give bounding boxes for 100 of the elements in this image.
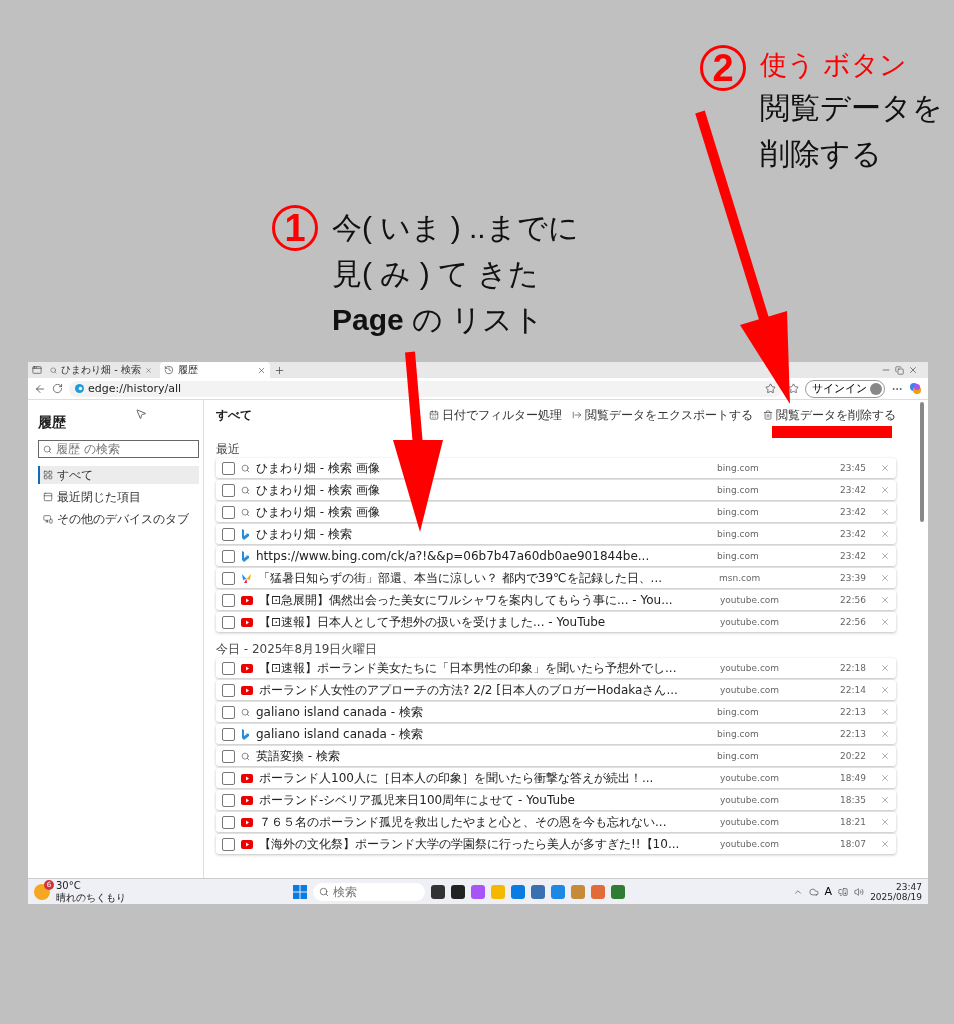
remove-icon[interactable] xyxy=(880,507,890,517)
address-bar[interactable]: edge://history/all xyxy=(69,380,782,397)
trash-icon xyxy=(763,410,773,420)
back-icon[interactable] xyxy=(34,382,46,395)
domain-text: msn.com xyxy=(719,573,762,583)
visit-time: 23:45 xyxy=(840,463,867,473)
remove-icon[interactable] xyxy=(880,663,890,673)
toolbar-action[interactable]: 閲覧データを削除する xyxy=(753,406,896,424)
checkbox[interactable] xyxy=(222,549,235,563)
history-row[interactable]: 【海外の文化祭】ポーランド大学の学園祭に行ったら美人が多すぎた!!【10... youtube.com 18:07 xyxy=(216,834,896,854)
remove-icon[interactable] xyxy=(880,485,890,495)
history-row[interactable]: https://www.bing.com/ck/a?!&&p=06b7b47a60db0ae901844be... bing.com 23:42 xyxy=(216,546,896,566)
remove-icon[interactable] xyxy=(880,839,890,849)
close-icon[interactable] xyxy=(257,365,266,375)
page-title-text: galiano island canada - 検索 xyxy=(256,703,424,721)
domain-text: bing.com xyxy=(717,529,760,539)
app-icon[interactable] xyxy=(451,884,466,899)
close-icon[interactable] xyxy=(908,365,918,375)
checkbox[interactable] xyxy=(222,771,235,785)
ime-indicator[interactable]: A xyxy=(824,885,833,898)
checkbox[interactable] xyxy=(222,615,235,629)
checkbox[interactable] xyxy=(222,661,235,675)
checkbox[interactable] xyxy=(222,505,235,519)
history-row[interactable]: 「猛暑日知らずの街」部還、本当に涼しい？ 都内で39℃を記録した日、... msn.com 23:39 xyxy=(216,568,896,588)
remove-icon[interactable] xyxy=(880,617,890,627)
refresh-icon[interactable] xyxy=(52,383,63,394)
close-icon[interactable] xyxy=(145,365,152,375)
checkbox[interactable] xyxy=(222,527,235,541)
sidebar-item[interactable]: その他のデバイスのタブ xyxy=(38,510,199,528)
checkbox[interactable] xyxy=(222,593,235,607)
remove-icon[interactable] xyxy=(880,817,890,827)
checkbox[interactable] xyxy=(222,749,235,763)
network-icon[interactable] xyxy=(838,886,849,897)
remove-icon[interactable] xyxy=(880,551,890,561)
toolbar-action[interactable]: 閲覧データをエクスポートする xyxy=(562,406,753,424)
volume-icon[interactable] xyxy=(854,886,865,897)
devices-icon xyxy=(43,514,53,524)
toolbar-action[interactable]: 日付でフィルター処理 xyxy=(419,406,562,424)
remove-icon[interactable] xyxy=(880,573,890,583)
history-row[interactable]: ポーランド人100人に［日本人の印象］を聞いたら衝撃な答えが続出！... youtube.com 18:49 xyxy=(216,768,896,788)
history-row[interactable]: galiano island canada - 検索 bing.com 22:13 xyxy=(216,724,896,744)
history-row[interactable]: galiano island canada - 検索 bing.com 22:13 xyxy=(216,702,896,722)
domain-text: bing.com xyxy=(717,729,760,739)
history-row[interactable]: ひまわり畑 - 検索 画像 bing.com 23:42 xyxy=(216,502,896,522)
checkbox[interactable] xyxy=(222,837,235,851)
checkbox[interactable] xyxy=(222,483,235,497)
checkbox[interactable] xyxy=(222,727,235,741)
taskbar-search-box[interactable]: 検索 xyxy=(313,882,426,901)
weather-text: 晴れのちくもり xyxy=(56,891,126,904)
scrollbar[interactable] xyxy=(920,402,924,522)
remove-icon[interactable] xyxy=(880,729,890,739)
checkbox[interactable] xyxy=(222,793,235,807)
copilot-icon[interactable] xyxy=(909,382,922,395)
history-row[interactable]: ひまわり畑 - 検索 画像 bing.com 23:45 xyxy=(216,458,896,478)
history-row[interactable]: ひまわり畑 - 検索 画像 bing.com 23:42 xyxy=(216,480,896,500)
section-heading: 今日 - 2025年8月19日火曜日 xyxy=(216,640,379,658)
domain-text: bing.com xyxy=(717,707,760,717)
new-tab-icon[interactable] xyxy=(274,364,285,376)
cloud-icon[interactable] xyxy=(808,886,819,897)
history-row[interactable]: 【⊡速報】日本人として予想外の扱いを受けました... - YouTube youtube.com 22:56 xyxy=(216,612,896,632)
remove-icon[interactable] xyxy=(880,773,890,783)
history-row[interactable]: ポーランド人女性のアプローチの方法? 2/2 [日本人のブロガーHodakaさん... youtube.com 22:14 xyxy=(216,680,896,700)
checkbox[interactable] xyxy=(222,815,235,829)
checkbox[interactable] xyxy=(222,683,235,697)
youtube-icon xyxy=(241,817,253,827)
history-row[interactable]: ポーランド-シベリア孤児来日100周年によせて - YouTube youtube.com 18:35 xyxy=(216,790,896,810)
sidebar-item[interactable]: 最近閉じた項目 xyxy=(38,488,199,506)
checkbox[interactable] xyxy=(222,705,235,719)
history-row[interactable]: 英語変換 - 検索 bing.com 20:22 xyxy=(216,746,896,766)
search-box[interactable]: 履歴 の検索 xyxy=(38,440,199,458)
history-row[interactable]: ７６５名のポーランド孤児を救出したやまと心と、その恩を今も忘れない... youtube.com 18:21 xyxy=(216,812,896,832)
remove-icon[interactable] xyxy=(880,707,890,717)
clock[interactable]: 23:47 2025/08/19 xyxy=(870,881,922,902)
remove-icon[interactable] xyxy=(880,529,890,539)
checkbox[interactable] xyxy=(222,571,235,585)
page-title-text: ポーランド人100人に［日本人の印象］を聞いたら衝撃な答えが続出！... xyxy=(259,769,655,787)
checkbox[interactable] xyxy=(222,461,235,475)
favorites-icon[interactable] xyxy=(788,383,799,394)
history-row[interactable]: 【⊡急展開】偶然出会った美女にワルシャワを案内してもらう事に... - You... youtube.com 22:56 xyxy=(216,590,896,610)
remove-icon[interactable] xyxy=(880,795,890,805)
page-title-text: ひまわり畑 - 検索 画像 xyxy=(256,481,381,499)
tab-actions-icon[interactable] xyxy=(32,365,42,375)
remove-icon[interactable] xyxy=(880,595,890,605)
restore-icon[interactable] xyxy=(895,365,904,375)
url-field[interactable]: edge://history/all xyxy=(88,382,761,395)
history-row[interactable]: ひまわり畑 - 検索 bing.com 23:42 xyxy=(216,524,896,544)
browser-tab[interactable]: 履歴 xyxy=(160,362,270,378)
domain-text: youtube.com xyxy=(720,685,781,695)
remove-icon[interactable] xyxy=(880,751,890,761)
favorite-star-icon[interactable] xyxy=(765,383,776,394)
start-icon[interactable] xyxy=(293,884,308,899)
signin-button[interactable]: サインイン xyxy=(805,379,885,398)
page-title-text: 【⊡急展開】偶然出会った美女にワルシャワを案内してもらう事に... - You... xyxy=(259,591,674,609)
remove-icon[interactable] xyxy=(880,463,890,473)
browser-tab[interactable]: ひまわり畑 - 検索 xyxy=(46,362,156,378)
sidebar-item[interactable]: すべて xyxy=(38,466,199,484)
page-title: すべて xyxy=(216,406,253,424)
remove-icon[interactable] xyxy=(880,685,890,695)
history-row[interactable]: 【⊡速報】ポーランド美女たちに「日本男性の印象」を聞いたら予想外でし... youtube.com 22:18 xyxy=(216,658,896,678)
app-icon[interactable] xyxy=(431,884,446,899)
